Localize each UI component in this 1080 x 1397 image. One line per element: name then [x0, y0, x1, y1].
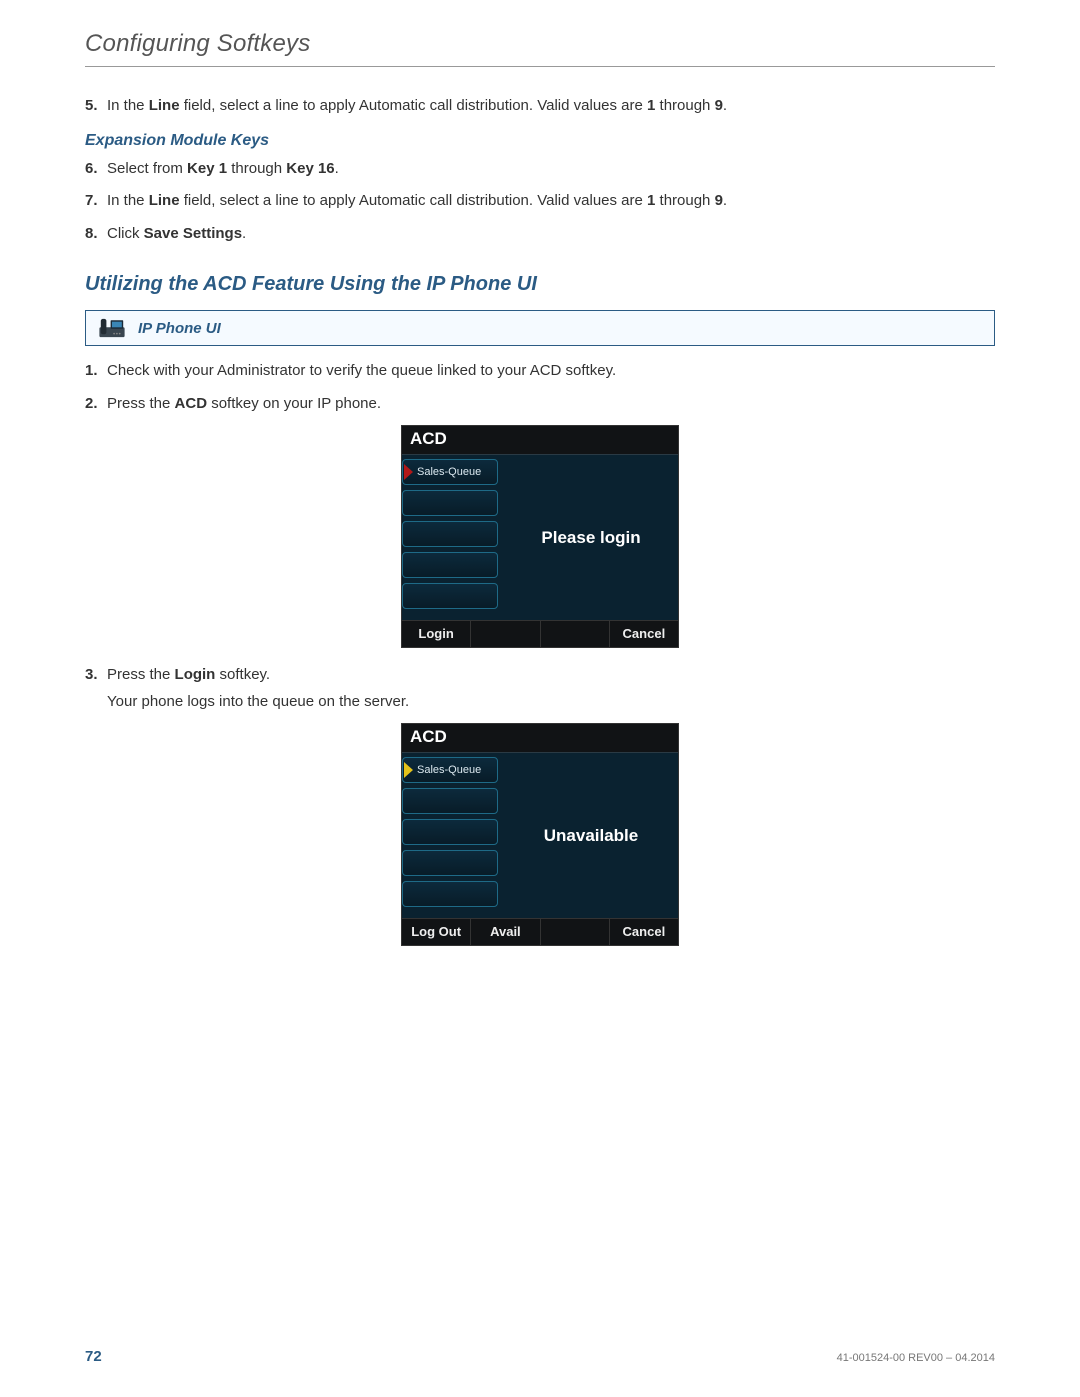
expansion-module-heading: Expansion Module Keys: [85, 132, 995, 150]
t-bold: Line: [149, 192, 180, 209]
step-text: Select from Key 1 through Key 16.: [107, 158, 995, 181]
t-bold: 9: [715, 192, 723, 209]
softkey-avail[interactable]: Avail: [471, 919, 540, 945]
sidekey-empty[interactable]: [402, 552, 498, 578]
step-text: Press the Login softkey.: [107, 664, 995, 687]
step-number: 2.: [85, 393, 107, 416]
t-bold: Line: [149, 97, 180, 114]
phone-sidekeys: Sales-Queue: [402, 753, 504, 918]
t: In the: [107, 192, 149, 209]
t: .: [723, 192, 727, 209]
marker-none-icon: [404, 886, 413, 902]
marker-none-icon: [404, 793, 413, 809]
step-number: 3.: [85, 664, 107, 687]
step-8: 8. Click Save Settings.: [85, 223, 995, 246]
phone-main-text: Please login: [504, 455, 678, 620]
t: .: [242, 225, 246, 242]
sidekey-label: Sales-Queue: [417, 764, 481, 776]
softkey-logout[interactable]: Log Out: [402, 919, 471, 945]
softkey-cancel[interactable]: Cancel: [610, 919, 678, 945]
phone-screen-unavailable: ACD Sales-Queue Unavailable Log Out Avai…: [401, 723, 679, 946]
phone-body: Sales-Queue Unavailable: [402, 753, 678, 918]
phone-softkeys: Log Out Avail Cancel: [402, 918, 678, 945]
step-c3-sub: Your phone logs into the queue on the se…: [107, 691, 995, 714]
t: In the: [107, 97, 149, 114]
sidekey-empty[interactable]: [402, 490, 498, 516]
step-c3: 3. Press the Login softkey.: [85, 664, 995, 687]
sidekey-empty[interactable]: [402, 850, 498, 876]
step-7: 7. In the Line field, select a line to a…: [85, 190, 995, 213]
marker-none-icon: [404, 824, 413, 840]
phone-title: ACD: [402, 724, 678, 753]
sidekey-sales-queue[interactable]: Sales-Queue: [402, 459, 498, 485]
t: .: [335, 160, 339, 177]
t-bold: ACD: [175, 395, 208, 412]
marker-none-icon: [404, 495, 413, 511]
page-footer: 72 41-001524-00 REV00 – 04.2014: [85, 1348, 995, 1365]
sidekey-empty[interactable]: [402, 819, 498, 845]
t: field, select a line to apply Automatic …: [180, 192, 647, 209]
phone-screen-login: ACD Sales-Queue Please login Login Cance…: [401, 425, 679, 648]
t-bold: Login: [175, 666, 216, 683]
sidekey-sales-queue[interactable]: Sales-Queue: [402, 757, 498, 783]
step-number: 8.: [85, 223, 107, 246]
t: through: [655, 97, 714, 114]
marker-yellow-icon: [404, 762, 413, 778]
t: softkey on your IP phone.: [207, 395, 381, 412]
softkey-cancel[interactable]: Cancel: [610, 621, 678, 647]
softkey-login[interactable]: Login: [402, 621, 471, 647]
phone-softkeys: Login Cancel: [402, 620, 678, 647]
t: .: [723, 97, 727, 114]
callout-label: IP Phone UI: [138, 320, 221, 337]
marker-none-icon: [404, 588, 413, 604]
step-5: 5. In the Line field, select a line to a…: [85, 95, 995, 118]
softkey-empty[interactable]: [471, 621, 540, 647]
phone-sidekeys: Sales-Queue: [402, 455, 504, 620]
t: through: [655, 192, 714, 209]
marker-red-icon: [404, 464, 413, 480]
page-header: Configuring Softkeys: [85, 30, 995, 67]
t: Select from: [107, 160, 187, 177]
t: softkey.: [215, 666, 270, 683]
doc-id: 41-001524-00 REV00 – 04.2014: [837, 1352, 995, 1364]
marker-none-icon: [404, 855, 413, 871]
t: Click: [107, 225, 144, 242]
t: Press the: [107, 666, 175, 683]
phone-main-text: Unavailable: [504, 753, 678, 918]
step-c1: 1. Check with your Administrator to veri…: [85, 360, 995, 383]
step-text: Click Save Settings.: [107, 223, 995, 246]
t-bold: Key 1: [187, 160, 227, 177]
page-number: 72: [85, 1348, 102, 1365]
sidekey-label: Sales-Queue: [417, 466, 481, 478]
marker-none-icon: [404, 557, 413, 573]
step-number: 7.: [85, 190, 107, 213]
sidekey-empty[interactable]: [402, 583, 498, 609]
t: through: [227, 160, 286, 177]
step-number: 1.: [85, 360, 107, 383]
phone-title: ACD: [402, 426, 678, 455]
step-number: 6.: [85, 158, 107, 181]
sidekey-empty[interactable]: [402, 881, 498, 907]
t: Press the: [107, 395, 175, 412]
step-text: Check with your Administrator to verify …: [107, 360, 995, 383]
step-text: Press the ACD softkey on your IP phone.: [107, 393, 995, 416]
t-bold: Key 16: [286, 160, 334, 177]
ip-phone-ui-callout: IP Phone UI: [85, 310, 995, 346]
step-6: 6. Select from Key 1 through Key 16.: [85, 158, 995, 181]
step-number: 5.: [85, 95, 107, 118]
phone-body: Sales-Queue Please login: [402, 455, 678, 620]
t: field, select a line to apply Automatic …: [180, 97, 647, 114]
marker-none-icon: [404, 526, 413, 542]
section-heading: Utilizing the ACD Feature Using the IP P…: [85, 273, 995, 296]
sidekey-empty[interactable]: [402, 788, 498, 814]
softkey-empty[interactable]: [541, 621, 610, 647]
sidekey-empty[interactable]: [402, 521, 498, 547]
step-text: In the Line field, select a line to appl…: [107, 95, 995, 118]
step-c2: 2. Press the ACD softkey on your IP phon…: [85, 393, 995, 416]
t-bold: Save Settings: [144, 225, 242, 242]
softkey-empty[interactable]: [541, 919, 610, 945]
t-bold: 9: [715, 97, 723, 114]
phone-icon: [98, 317, 126, 339]
step-text: In the Line field, select a line to appl…: [107, 190, 995, 213]
